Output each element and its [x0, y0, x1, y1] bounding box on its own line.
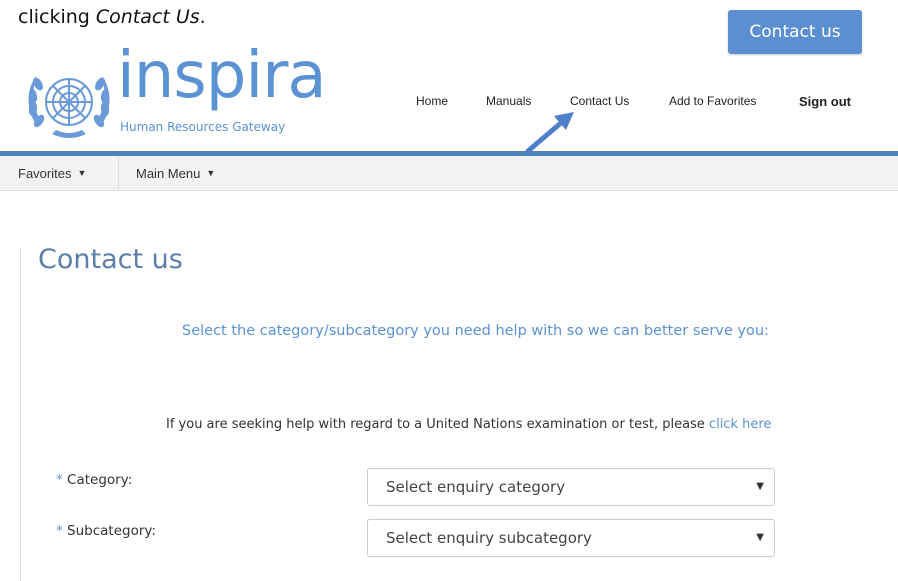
- subcategory-label-text: Subcategory:: [67, 523, 156, 539]
- instruction-prefix: clicking: [18, 6, 96, 28]
- category-label: * Category:: [56, 472, 132, 488]
- nav-contact-us[interactable]: Contact Us: [570, 94, 629, 108]
- subcategory-label: * Subcategory:: [56, 523, 156, 539]
- menu-bar: Favorites ▼ Main Menu ▼: [0, 156, 898, 191]
- caret-down-icon: ▼: [77, 168, 87, 178]
- top-navigation: Home Manuals Contact Us Add to Favorites…: [0, 94, 898, 112]
- instruction-text: clicking Contact Us.: [18, 6, 206, 28]
- logo-subtitle: Human Resources Gateway: [120, 120, 286, 134]
- main-menu-label: Main Menu: [136, 165, 201, 181]
- subcategory-select[interactable]: Select enquiry subcategory ▼: [367, 519, 775, 557]
- nav-home[interactable]: Home: [416, 94, 448, 108]
- required-marker: *: [56, 523, 63, 539]
- favorites-menu-label: Favorites: [18, 165, 72, 181]
- click-here-link[interactable]: click here: [709, 417, 771, 432]
- dropdown-arrow-icon: ▼: [756, 481, 764, 492]
- nav-sign-out[interactable]: Sign out: [799, 94, 851, 109]
- category-select[interactable]: Select enquiry category ▼: [367, 468, 775, 506]
- page-title: Contact us: [38, 244, 183, 275]
- instruction-suffix: .: [199, 6, 206, 28]
- nav-add-to-favorites[interactable]: Add to Favorites: [669, 94, 756, 108]
- content-left-border: [20, 248, 21, 581]
- exam-help-sentence: If you are seeking help with regard to a…: [166, 417, 709, 432]
- contact-us-button[interactable]: Contact us: [728, 10, 862, 54]
- category-label-text: Category:: [67, 472, 133, 488]
- instruction-lead: Select the category/subcategory you need…: [182, 323, 769, 339]
- main-menu[interactable]: Main Menu ▼: [136, 156, 215, 190]
- caret-down-icon: ▼: [206, 168, 216, 178]
- exam-help-text: If you are seeking help with regard to a…: [166, 417, 771, 432]
- dropdown-arrow-icon: ▼: [756, 532, 764, 543]
- nav-manuals[interactable]: Manuals: [486, 94, 531, 108]
- instruction-emphasis: Contact Us: [95, 6, 200, 28]
- required-marker: *: [56, 472, 63, 488]
- category-select-value: Select enquiry category: [386, 478, 566, 496]
- favorites-menu[interactable]: Favorites ▼: [18, 156, 86, 190]
- subcategory-select-value: Select enquiry subcategory: [386, 529, 592, 547]
- menu-separator: [118, 156, 119, 190]
